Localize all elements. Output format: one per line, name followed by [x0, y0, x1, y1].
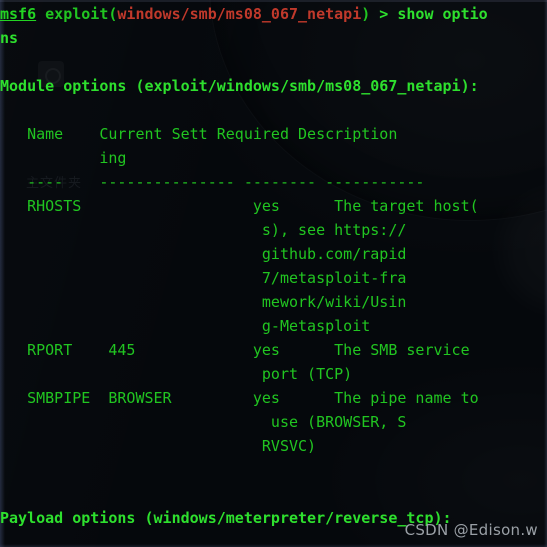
- payload-options-heading-text: Payload options (windows/meterpreter/rev…: [0, 509, 452, 527]
- option-current-setting: BROWSER: [108, 389, 172, 407]
- module-header-required: Required: [216, 125, 289, 143]
- prompt-line-wrap: ns: [0, 26, 547, 50]
- pad-c: [280, 197, 334, 215]
- option-name: SMBPIPE: [27, 389, 91, 407]
- rules-indent: [0, 173, 27, 191]
- prompt-context-open: exploit(: [36, 5, 118, 23]
- option-description-line: github.com/rapid: [261, 245, 407, 263]
- desc-indent: [0, 269, 262, 287]
- option-required: yes: [252, 197, 280, 215]
- prompt-module-path: windows/smb/ms08_067_netapi: [117, 5, 362, 23]
- row-indent: [0, 389, 27, 407]
- option-description-line: The target host(: [334, 197, 479, 215]
- option-current-setting: 445: [108, 341, 136, 359]
- module-rule-name: ----: [27, 173, 64, 191]
- module-header-name: Name: [27, 125, 64, 143]
- rules-gap1: [63, 173, 99, 191]
- pad-b: [108, 197, 253, 215]
- table-row-cont: use (BROWSER, S: [0, 410, 547, 434]
- option-description-line: The pipe name to: [334, 389, 479, 407]
- module-table-rules: ---- --------------- -------- ----------…: [0, 170, 547, 194]
- module-rule-description: -----------: [325, 173, 425, 191]
- table-row: RHOSTS yes The target host(: [0, 194, 547, 218]
- command-text-part1: show optio: [397, 5, 488, 23]
- module-header-spacer1: [63, 125, 99, 143]
- desc-indent: [0, 317, 262, 335]
- option-description-line: 7/metasploit-fra: [261, 269, 407, 287]
- desc-indent: [0, 437, 262, 455]
- desc-indent: [0, 221, 262, 239]
- module-table-header-row2: ing: [0, 146, 547, 170]
- module-options-heading: Module options (exploit/windows/smb/ms08…: [0, 74, 547, 98]
- pad-c: [280, 389, 334, 407]
- rules-gap3: [316, 173, 325, 191]
- table-row-cont: g-Metasploit: [0, 314, 547, 338]
- module-table-header-row1: Name Current Sett Required Description: [0, 122, 547, 146]
- option-required: yes: [252, 389, 280, 407]
- module-header-spacer3: [289, 125, 298, 143]
- pad-a: [72, 341, 108, 359]
- module-header-current-setting-l2: ing: [99, 149, 127, 167]
- terminal-screen: msf6 exploit(windows/smb/ms08_067_netapi…: [0, 0, 547, 547]
- table-row-cont: s), see https://: [0, 218, 547, 242]
- desc-indent: [0, 245, 262, 263]
- option-description-line: The SMB service: [334, 341, 470, 359]
- option-description-line: g-Metasploit: [261, 317, 371, 335]
- module-header-spacer2: [208, 125, 217, 143]
- table-row: RPORT 445 yes The SMB service: [0, 338, 547, 362]
- module-rule-current-setting: ---------------: [99, 173, 235, 191]
- prompt-context-close: ): [361, 5, 371, 23]
- pad-a: [90, 389, 108, 407]
- option-description-line: use (BROWSER, S: [261, 413, 407, 431]
- table-row: SMBPIPE BROWSER yes The pipe name to: [0, 386, 547, 410]
- table-row-cont: github.com/rapid: [0, 242, 547, 266]
- option-description-line: RVSVC): [261, 437, 317, 455]
- prompt-line: msf6 exploit(windows/smb/ms08_067_netapi…: [0, 2, 547, 26]
- option-description-line: mework/wiki/Usin: [261, 293, 407, 311]
- desc-indent: [0, 413, 262, 431]
- module-header-current-setting-l1: Current Sett: [99, 125, 208, 143]
- desc-indent: [0, 293, 262, 311]
- pad-a: [81, 197, 108, 215]
- row-indent: [0, 197, 27, 215]
- module-options-heading-text: Module options (exploit/windows/smb/ms08…: [0, 77, 479, 95]
- option-description-line: s), see https://: [261, 221, 407, 239]
- table-row-cont: 7/metasploit-fra: [0, 266, 547, 290]
- pad-c: [280, 341, 334, 359]
- desc-indent: [0, 365, 262, 383]
- pad-b: [172, 389, 253, 407]
- rules-gap2: [235, 173, 244, 191]
- table-row-cont: port (TCP): [0, 362, 547, 386]
- option-name: RPORT: [27, 341, 73, 359]
- module-header-description: Description: [298, 125, 398, 143]
- option-required: yes: [252, 341, 280, 359]
- row-indent: [0, 341, 27, 359]
- module-rule-required: --------: [243, 173, 317, 191]
- table-row-cont: RVSVC): [0, 434, 547, 458]
- payload-options-heading: Payload options (windows/meterpreter/rev…: [0, 506, 547, 530]
- option-name: RHOSTS: [27, 197, 82, 215]
- module-header-indent: [0, 149, 99, 167]
- command-text-part2: ns: [0, 29, 19, 47]
- terminal-window[interactable]: 主文件夹 msf6 exploit(windows/smb/ms08_067_n…: [0, 0, 547, 547]
- prompt-separator: >: [370, 5, 398, 23]
- table-row-cont: mework/wiki/Usin: [0, 290, 547, 314]
- option-description-line: port (TCP): [261, 365, 353, 383]
- prompt-shell-name: msf6: [0, 5, 37, 23]
- pad-b: [135, 341, 252, 359]
